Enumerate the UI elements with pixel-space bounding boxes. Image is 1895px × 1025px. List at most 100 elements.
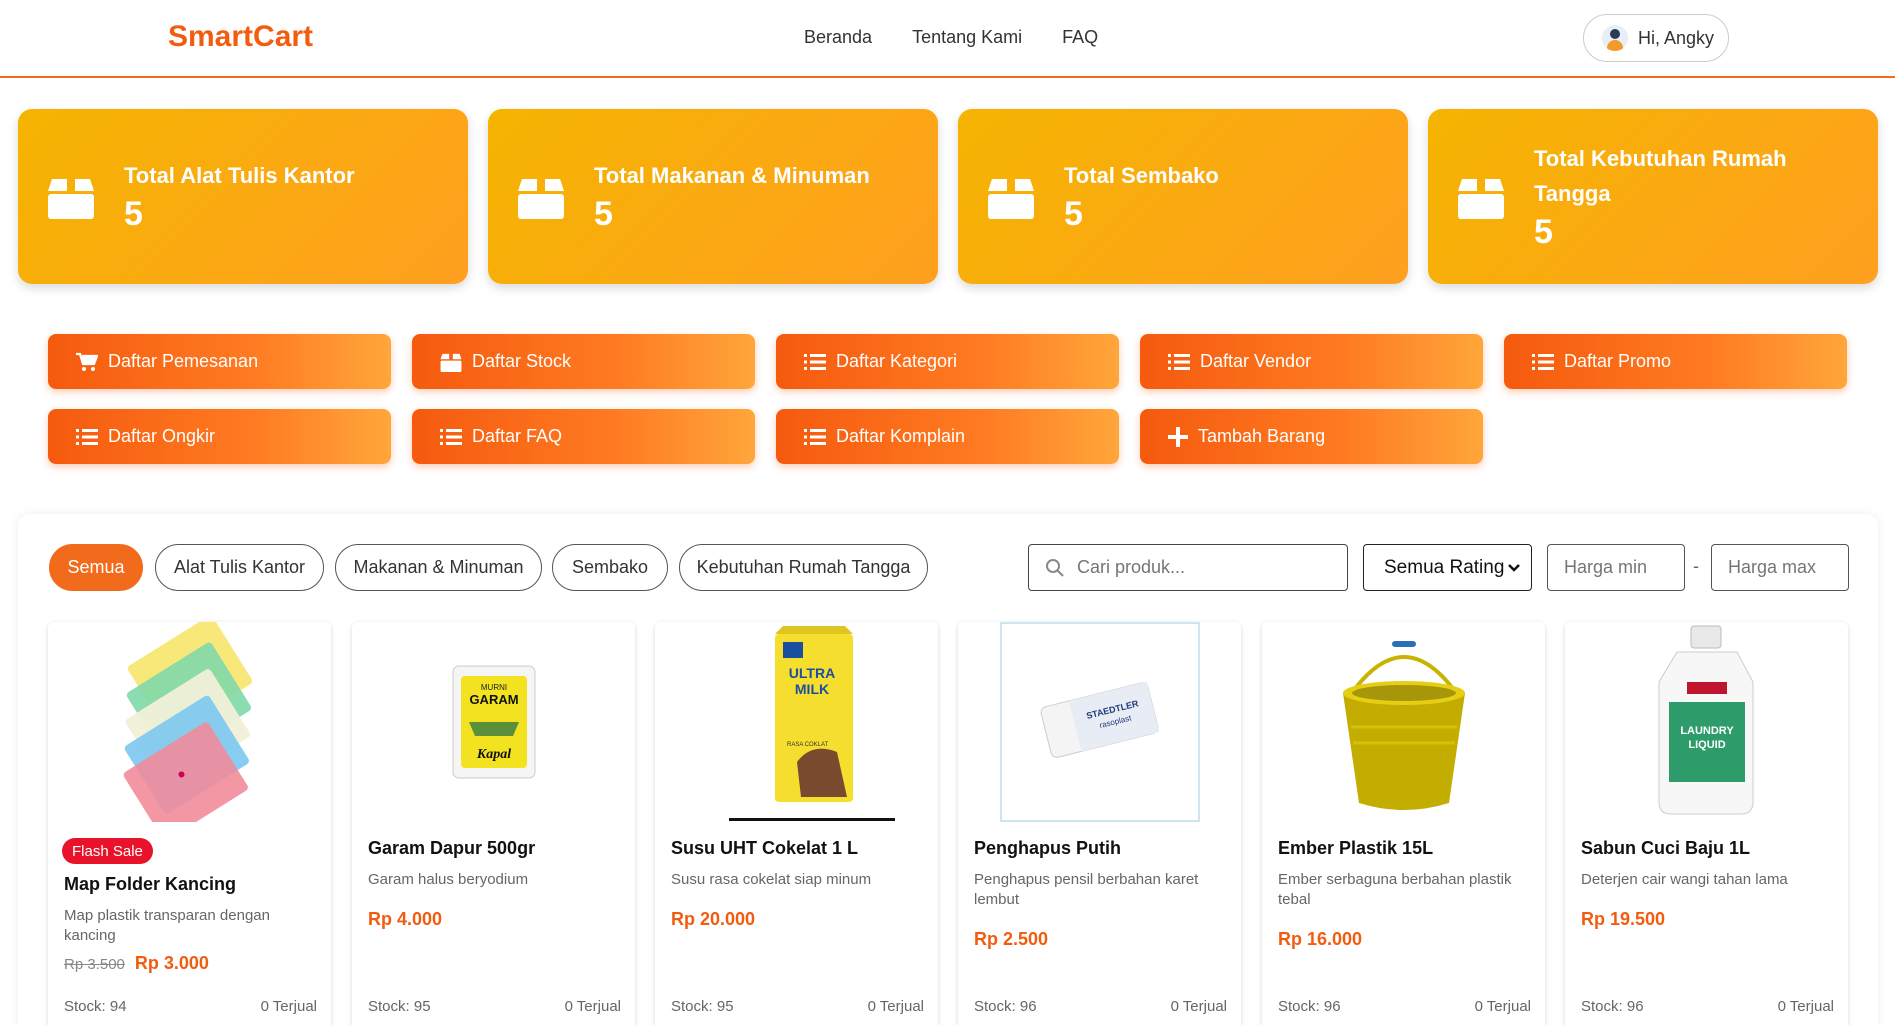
product-price: Rp 19.500 [1581,909,1666,929]
milk-image-text-1: ULTRA [788,665,834,681]
salt-image-text-1: MURNI [480,683,506,692]
product-card[interactable]: MURNI GARAM Kapal Garam Dapur 500gr Gara… [352,622,635,1025]
stat-value: 5 [1534,212,1553,251]
box-icon [518,179,564,219]
stat-card-alat-tulis: Total Alat Tulis Kantor 5 [18,109,468,284]
button-label: Daftar Promo [1564,351,1672,371]
daftar-stock-button[interactable]: Daftar Stock [412,334,755,389]
product-old-price: Rp 3.500 [64,956,125,973]
filter-semua[interactable]: Semua [49,544,143,591]
button-label: Daftar Vendor [1200,351,1312,371]
price-min-field[interactable] [1547,544,1685,591]
product-card[interactable]: Ember Plastik 15L Ember serbaguna berbah… [1262,622,1545,1025]
product-stock: Stock: 95 [368,998,431,1015]
list-icon [1532,353,1554,370]
user-greeting: Hi, Angky [1638,27,1715,48]
product-price: Rp 2.500 [974,929,1049,949]
product-price: Rp 3.000 [134,953,209,973]
product-description: Susu rasa cokelat siap minum [671,871,872,888]
product-stock: Stock: 94 [64,998,127,1015]
milk-image-text-2: MILK [794,681,828,697]
search-icon [1046,558,1064,577]
daftar-vendor-button[interactable]: Daftar Vendor [1140,334,1483,389]
filter-kebutuhan-rumah-tangga[interactable]: Kebutuhan Rumah Tangga [679,544,928,591]
nav-link-tentang-kami[interactable]: Tentang Kami [912,27,1022,48]
stat-value: 5 [124,195,143,233]
milk-image: ULTRA MILK RASA COKLAT [669,622,924,822]
detergent-image-text-2: LIQUID [1688,739,1725,751]
product-price: Rp 20.000 [671,909,756,929]
stat-value: 5 [1064,195,1083,233]
list-icon [804,428,826,445]
button-label: Daftar Pemesanan [108,351,259,371]
rating-select[interactable]: Semua Rating [1363,544,1532,591]
box-icon [48,179,94,219]
search-field[interactable] [1028,544,1348,591]
button-label: Daftar Ongkir [108,426,216,446]
button-label: Daftar FAQ [472,426,563,446]
daftar-komplain-button[interactable]: Daftar Komplain [776,409,1119,464]
product-description: Garam halus beryodium [368,871,529,888]
detergent-image-text-1: LAUNDRY [1680,725,1734,737]
folder-image [62,622,317,822]
price-max-input[interactable] [1728,557,1838,578]
rating-select-value: Semua Rating [1384,556,1505,578]
button-label: Daftar Kategori [836,351,958,371]
daftar-promo-button[interactable]: Daftar Promo [1504,334,1847,389]
product-description: Ember serbaguna berbahan plastik tebal [1278,871,1512,908]
product-sold: 0 Terjual [1777,998,1834,1015]
stat-card-kebutuhan-rumah-tangga: Total Kebutuhan Rumah Tangga 5 [1428,109,1878,284]
product-description: Deterjen cair wangi tahan lama [1581,871,1788,888]
filter-sembako[interactable]: Sembako [552,544,668,591]
daftar-faq-button[interactable]: Daftar FAQ [412,409,755,464]
product-name: Penghapus Putih [974,838,1122,858]
filter-alat-tulis-kantor[interactable]: Alat Tulis Kantor [155,544,324,591]
stat-card-makanan-minuman: Total Makanan & Minuman 5 [488,109,938,284]
salt-image-text-3: Kapal [475,747,510,762]
logo[interactable]: SmartCart [168,20,313,54]
product-stock: Stock: 95 [671,998,734,1015]
box-icon [440,353,462,372]
product-name: Ember Plastik 15L [1278,838,1434,858]
button-label: Daftar Stock [472,351,572,371]
eraser-image: STAEDTLER rasoplast [972,622,1227,822]
stat-label: Total Sembako [1064,163,1219,188]
nav-link-beranda[interactable]: Beranda [804,27,872,48]
daftar-kategori-button[interactable]: Daftar Kategori [776,334,1119,389]
stat-label: Total Alat Tulis Kantor [124,163,355,188]
chevron-down-icon [1508,564,1520,572]
product-stock: Stock: 96 [974,998,1037,1015]
list-icon [440,428,462,445]
product-price-row: Rp 3.500 Rp 3.000 [64,953,209,974]
flash-sale-badge: Flash Sale [62,838,153,864]
product-name: Susu UHT Cokelat 1 L [671,838,859,858]
product-name: Map Folder Kancing [64,874,237,894]
daftar-ongkir-button[interactable]: Daftar Ongkir [48,409,391,464]
product-card[interactable]: LAUNDRY LIQUID Sabun Cuci Baju 1L Deterj… [1565,622,1848,1025]
daftar-pemesanan-button[interactable]: Daftar Pemesanan [48,334,391,389]
product-description: Map plastik transparan dengan kancing [64,907,270,944]
stat-label: Total Makanan & Minuman [594,163,870,188]
user-menu-button[interactable]: Hi, Angky [1583,14,1729,62]
product-sold: 0 Terjual [564,998,621,1015]
search-input[interactable] [1077,557,1337,578]
box-icon [988,179,1034,219]
bucket-image [1276,622,1531,822]
price-max-field[interactable] [1711,544,1849,591]
nav-link-faq[interactable]: FAQ [1062,27,1098,48]
product-description: Penghapus pensil berbahan karet lembut [974,871,1199,908]
tambah-barang-button[interactable]: Tambah Barang [1140,409,1483,464]
stat-card-sembako: Total Sembako 5 [958,109,1408,284]
product-card[interactable]: ULTRA MILK RASA COKLAT Susu UHT Cokelat … [655,622,938,1025]
price-min-input[interactable] [1564,557,1674,578]
stat-value: 5 [594,195,613,233]
product-card[interactable]: STAEDTLER rasoplast Penghapus Putih Peng… [958,622,1241,1025]
list-icon [804,353,826,370]
product-card[interactable]: Flash Sale Map Folder Kancing Map plasti… [48,622,331,1025]
product-sold: 0 Terjual [260,998,317,1015]
top-navbar: SmartCart Beranda Tentang Kami FAQ Hi, A… [0,0,1895,78]
product-price: Rp 16.000 [1278,929,1363,949]
filter-makanan-minuman[interactable]: Makanan & Minuman [335,544,542,591]
product-name: Sabun Cuci Baju 1L [1581,838,1751,858]
product-price: Rp 4.000 [368,909,443,929]
